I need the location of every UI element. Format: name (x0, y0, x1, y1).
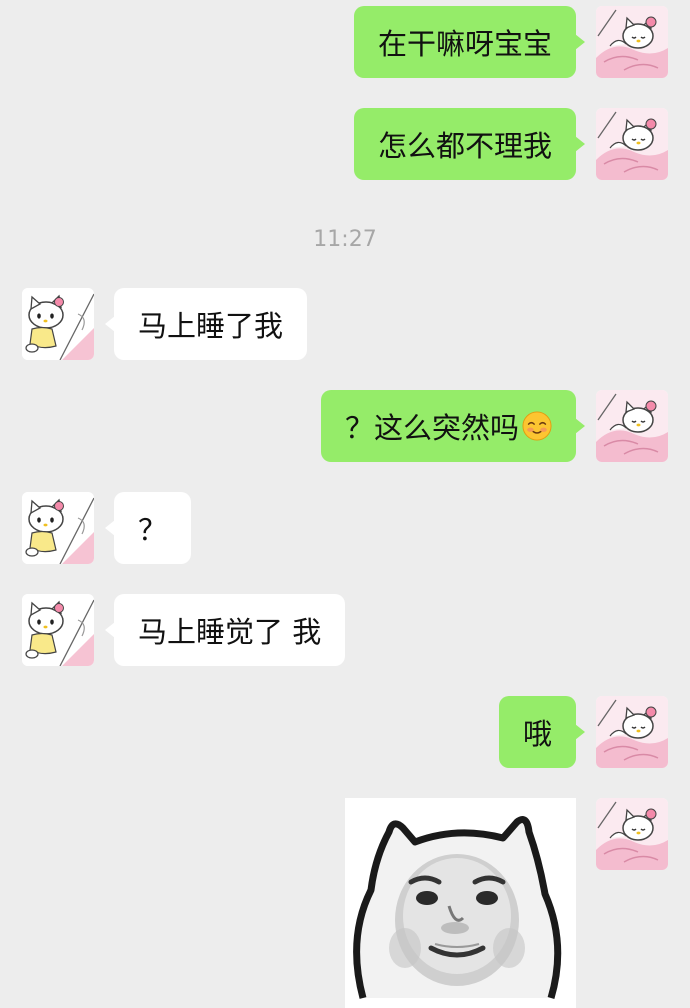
self-avatar[interactable] (596, 108, 668, 180)
message-bubble-sent[interactable]: 哦 (498, 696, 586, 768)
message-text: 马上睡觉了 我 (138, 615, 322, 649)
contact-avatar[interactable] (22, 594, 94, 666)
hello-kitty-sleeping-avatar-icon (596, 108, 668, 180)
hello-kitty-sleeping-avatar-icon (596, 6, 668, 78)
message-text: 怎么都不理我 (377, 129, 552, 163)
message-bubble-sent[interactable]: 怎么都不理我 (353, 108, 586, 180)
self-avatar[interactable] (596, 696, 668, 768)
hello-kitty-avatar-icon (22, 594, 94, 666)
message-text: 马上睡了我 (138, 309, 284, 343)
contact-avatar[interactable] (22, 492, 94, 564)
cat-face-sticker[interactable] (345, 798, 576, 1008)
cat-face-sticker-image (345, 798, 576, 1008)
hello-kitty-sleeping-avatar-icon (596, 696, 668, 768)
smiling-face-emoji-icon (522, 411, 552, 441)
message-text: 哦 (522, 717, 552, 751)
self-avatar[interactable] (596, 798, 668, 870)
message-bubble-received[interactable]: ？ (104, 492, 192, 564)
message-bubble-received[interactable]: 马上睡觉了 我 (104, 594, 346, 666)
hello-kitty-avatar-icon (22, 492, 94, 564)
message-text: ？这么突然吗 (344, 411, 519, 445)
chat-area: 在干嘛呀宝宝 怎么都不理我 11:27 马上睡了我 ？这么突然吗 ？ 马上睡觉了… (0, 0, 690, 1008)
message-bubble-sent[interactable]: 在干嘛呀宝宝 (353, 6, 586, 78)
hello-kitty-avatar-icon (22, 288, 94, 360)
hello-kitty-sleeping-avatar-icon (596, 798, 668, 870)
message-text: 在干嘛呀宝宝 (377, 27, 552, 61)
message-text: ？ (138, 513, 168, 547)
hello-kitty-sleeping-avatar-icon (596, 390, 668, 462)
self-avatar[interactable] (596, 390, 668, 462)
contact-avatar[interactable] (22, 288, 94, 360)
message-bubble-sent[interactable]: ？这么突然吗 (320, 390, 586, 462)
timestamp: 11:27 (313, 227, 377, 252)
self-avatar[interactable] (596, 6, 668, 78)
message-bubble-received[interactable]: 马上睡了我 (104, 288, 308, 360)
